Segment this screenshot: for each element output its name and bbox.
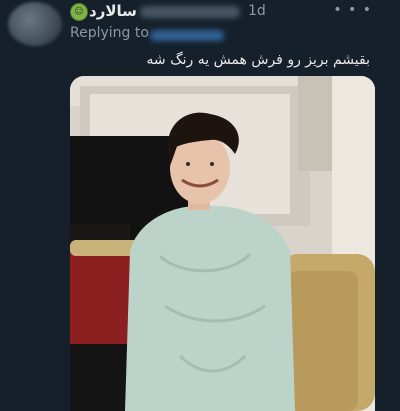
emoji-icon: ☺ <box>70 3 88 21</box>
avatar[interactable] <box>8 2 62 46</box>
tweet-header: ☺ سالارد 1d • • • Replying to <box>0 0 400 48</box>
author-name[interactable]: سالارد <box>89 2 137 20</box>
replying-to-label: Replying to <box>70 25 149 41</box>
tweet-text: بقیشم بریز رو فرش همش یه رنگ شه <box>146 52 370 68</box>
replying-to-handle-redacted[interactable] <box>150 30 224 41</box>
tweet-media-image[interactable] <box>70 76 375 411</box>
photo-illustration <box>70 76 375 411</box>
author-handle-redacted <box>140 6 240 18</box>
more-horizontal-icon[interactable]: • • • <box>333 2 372 18</box>
tweet-time[interactable]: 1d <box>248 3 266 19</box>
